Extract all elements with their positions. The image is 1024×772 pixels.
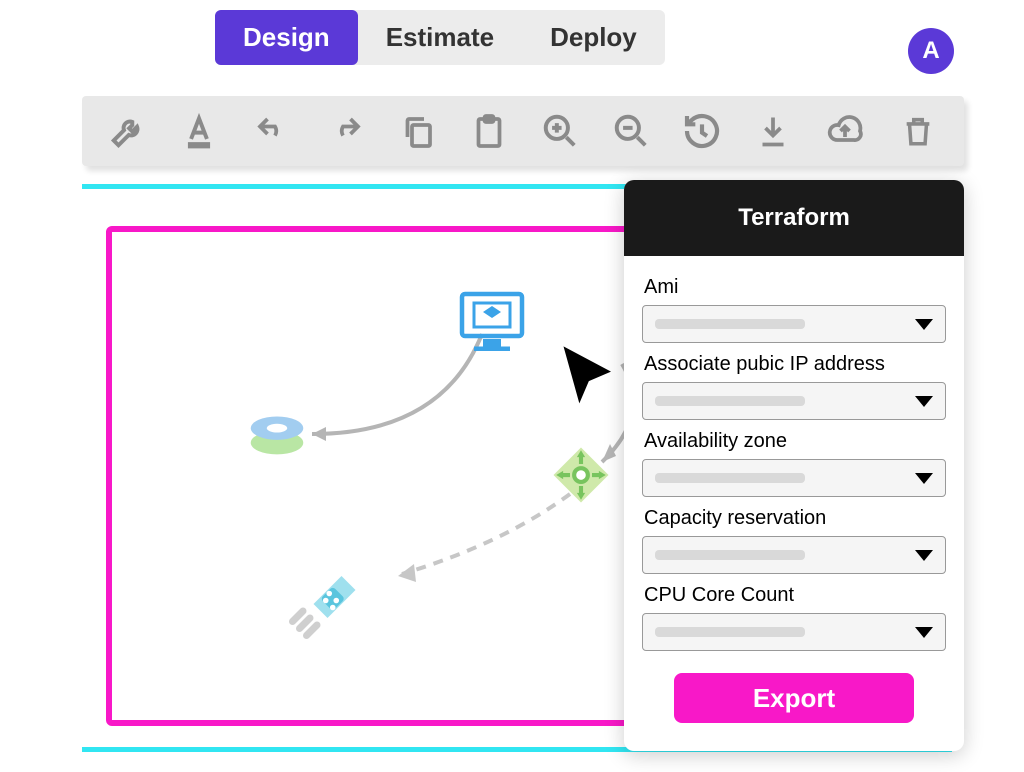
top-bar: Design Estimate Deploy A — [0, 10, 1024, 65]
panel-title: Terraform — [624, 180, 964, 256]
avatar[interactable]: A — [908, 28, 954, 74]
undo-icon[interactable] — [250, 109, 294, 153]
copy-icon[interactable] — [398, 109, 439, 153]
availability-zone-select[interactable] — [642, 459, 946, 497]
chevron-down-icon — [915, 319, 933, 330]
tab-estimate[interactable]: Estimate — [358, 10, 522, 65]
tab-deploy[interactable]: Deploy — [522, 10, 665, 65]
zoom-in-icon[interactable] — [540, 109, 581, 153]
chevron-down-icon — [915, 396, 933, 407]
field-label-ami: Ami — [644, 276, 946, 299]
rocket-node-icon[interactable] — [282, 562, 366, 651]
toolbar — [82, 96, 964, 166]
ami-select[interactable] — [642, 305, 946, 343]
text-color-icon[interactable] — [179, 109, 220, 153]
mode-tabs: Design Estimate Deploy — [215, 10, 665, 65]
tab-design[interactable]: Design — [215, 10, 358, 65]
field-label-az: Availability zone — [644, 430, 946, 453]
export-button[interactable]: Export — [674, 673, 914, 723]
chevron-down-icon — [915, 550, 933, 561]
chevron-down-icon — [915, 473, 933, 484]
associate-ip-select[interactable] — [642, 382, 946, 420]
capacity-reservation-select[interactable] — [642, 536, 946, 574]
cursor-icon — [554, 340, 630, 421]
field-label-ip: Associate pubic IP address — [644, 353, 946, 376]
field-label-cpu: CPU Core Count — [644, 584, 946, 607]
history-icon[interactable] — [681, 109, 722, 153]
loadbalancer-node-icon[interactable] — [548, 442, 614, 513]
redo-icon[interactable] — [324, 109, 368, 153]
storage-node-icon[interactable] — [242, 399, 312, 474]
download-icon[interactable] — [752, 109, 793, 153]
compute-node-icon[interactable] — [456, 286, 528, 361]
trash-icon[interactable] — [897, 109, 938, 153]
chevron-down-icon — [915, 627, 933, 638]
zoom-out-icon[interactable] — [610, 109, 651, 153]
field-label-cap: Capacity reservation — [644, 507, 946, 530]
paste-icon[interactable] — [469, 109, 510, 153]
wrench-icon[interactable] — [108, 109, 149, 153]
cloud-upload-icon[interactable] — [823, 109, 867, 153]
cpu-core-count-select[interactable] — [642, 613, 946, 651]
properties-panel: Terraform Ami Associate pubic IP address… — [624, 180, 964, 751]
